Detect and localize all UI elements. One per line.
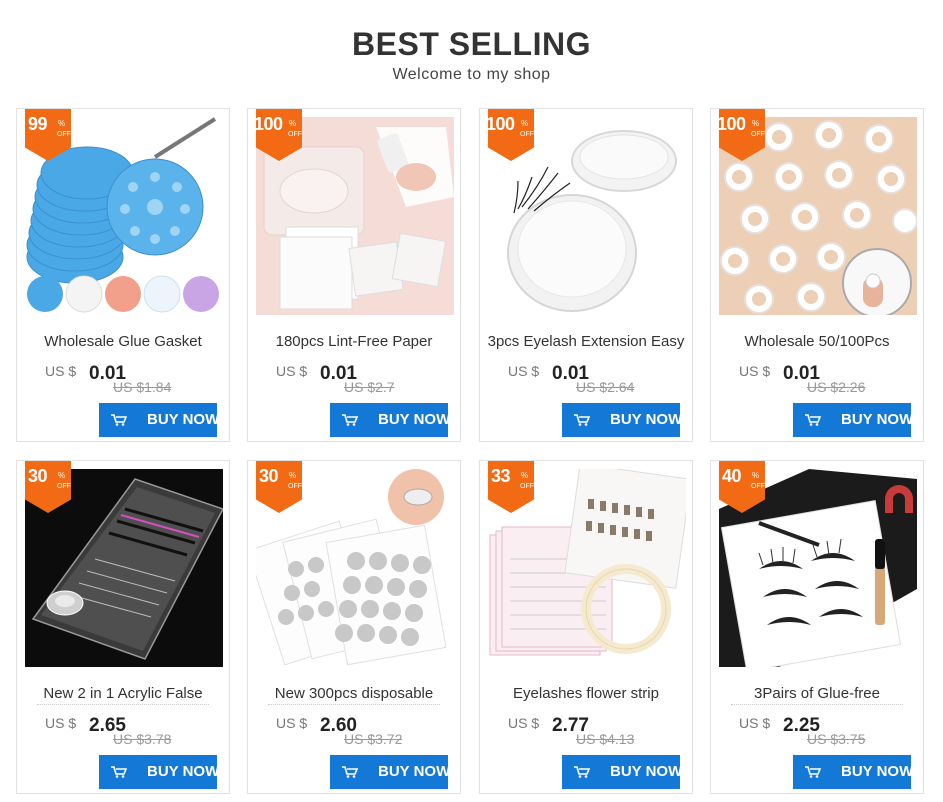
original-price: US $4.13 [576,731,635,747]
off-label: OFF [520,483,534,490]
buy-now-label: BUY NOW [378,763,448,780]
percent-sign: % [521,471,529,480]
percent-sign: % [752,119,760,128]
original-price: US $1.84 [113,379,172,395]
percent-sign: % [289,471,297,480]
percent-sign: % [58,119,66,128]
name-overflow-line [731,704,903,707]
section-subtitle: Welcome to my shop [392,66,551,83]
cart-icon [574,766,590,778]
discount-value: 40 [722,466,742,486]
cart-icon [342,414,358,426]
percent-sign: % [289,119,297,128]
original-price: US $2.26 [807,379,866,395]
original-price: US $2.7 [344,379,395,395]
currency-label: US $ [276,715,308,731]
buy-now-button[interactable]: BUY NOW [562,755,680,789]
cart-icon [111,414,127,426]
cart-icon [805,414,821,426]
currency-label: US $ [508,363,540,379]
original-price: US $3.72 [344,731,403,747]
cart-icon [111,766,127,778]
currency-label: US $ [508,715,540,731]
buy-now-button[interactable]: BUY NOW [330,403,448,437]
product-name[interactable]: 180pcs Lint-Free Paper [252,333,456,350]
percent-sign: % [521,119,529,128]
product-card[interactable]: 100 % OFF 3pcs Eyelash Extension Easy US… [479,108,693,442]
off-label: OFF [57,483,71,490]
product-card[interactable]: 30 % OFF New 2 in 1 Acrylic False US $ 2… [16,460,230,794]
buy-now-button[interactable]: BUY NOW [793,755,911,789]
off-label: OFF [751,483,765,490]
product-name[interactable]: 3pcs Eyelash Extension Easy [484,333,688,350]
product-card[interactable]: 100 % OFF 180pcs Lint-Free Paper US $ 0.… [247,108,461,442]
buy-now-label: BUY NOW [610,763,680,780]
off-label: OFF [751,131,765,138]
product-name[interactable]: Eyelashes flower strip [484,685,688,702]
original-price: US $3.78 [113,731,172,747]
section-title: BEST SELLING [352,26,591,62]
cart-icon [805,766,821,778]
product-name[interactable]: 3Pairs of Glue-free [715,685,919,702]
discount-value: 100 [486,114,515,134]
percent-sign: % [752,471,760,480]
buy-now-label: BUY NOW [841,411,911,428]
name-overflow-line [37,704,209,707]
buy-now-button[interactable]: BUY NOW [330,755,448,789]
buy-now-label: BUY NOW [841,763,911,780]
name-overflow-line [268,704,440,707]
original-price: US $3.75 [807,731,866,747]
product-card[interactable]: 40 % OFF 3Pairs of Glue-free US $ 2.25 U… [710,460,924,794]
buy-now-label: BUY NOW [147,763,217,780]
currency-label: US $ [45,715,77,731]
currency-label: US $ [276,363,308,379]
discount-value: 30 [28,466,48,486]
currency-label: US $ [45,363,77,379]
cart-icon [342,766,358,778]
currency-label: US $ [739,715,771,731]
product-card[interactable]: 99 % OFF Wholesale Glue Gasket US $ 0.01… [16,108,230,442]
product-name[interactable]: Wholesale Glue Gasket [21,333,225,350]
product-name[interactable]: New 2 in 1 Acrylic False [21,685,225,702]
buy-now-label: BUY NOW [147,411,217,428]
product-card[interactable]: 33 % OFF Eyelashes flower strip US $ 2.7… [479,460,693,794]
product-card[interactable]: 30 % OFF New 300pcs disposable US $ 2.60… [247,460,461,794]
buy-now-button[interactable]: BUY NOW [793,403,911,437]
product-card[interactable]: 100 % OFF Wholesale 50/100Pcs US $ 0.01 … [710,108,924,442]
cart-icon [574,414,590,426]
discount-value: 100 [717,114,746,134]
discount-value: 99 [28,114,48,134]
discount-value: 33 [491,466,511,486]
original-price: US $2.64 [576,379,635,395]
off-label: OFF [288,483,302,490]
discount-value: 30 [259,466,279,486]
buy-now-label: BUY NOW [610,411,680,428]
buy-now-label: BUY NOW [378,411,448,428]
percent-sign: % [58,471,66,480]
off-label: OFF [520,131,534,138]
currency-label: US $ [739,363,771,379]
product-name[interactable]: New 300pcs disposable [252,685,456,702]
discount-value: 100 [254,114,283,134]
off-label: OFF [288,131,302,138]
off-label: OFF [57,131,71,138]
buy-now-button[interactable]: BUY NOW [562,403,680,437]
buy-now-button[interactable]: BUY NOW [99,403,217,437]
buy-now-button[interactable]: BUY NOW [99,755,217,789]
product-name[interactable]: Wholesale 50/100Pcs [715,333,919,350]
